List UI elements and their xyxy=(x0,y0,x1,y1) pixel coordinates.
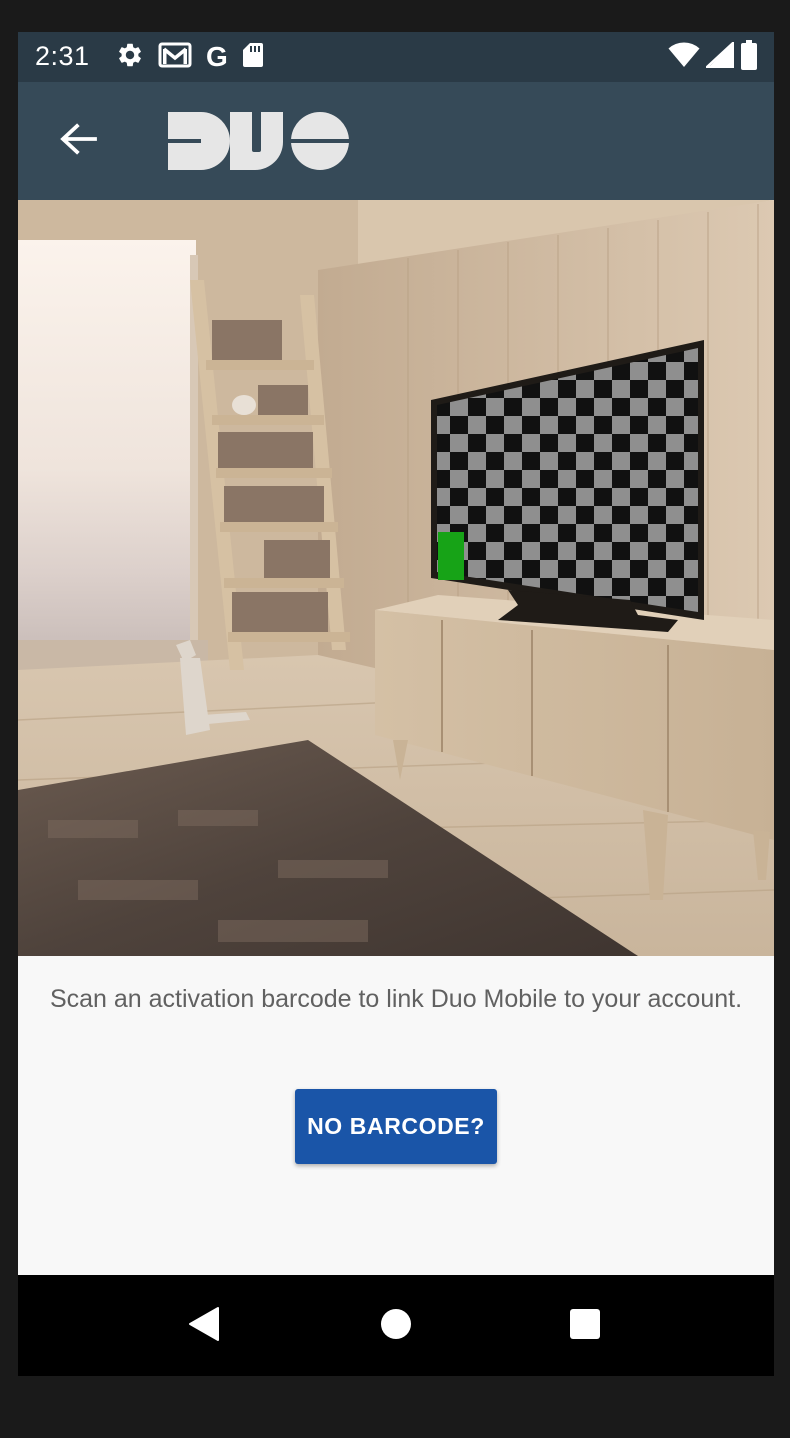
nav-home-button[interactable] xyxy=(373,1303,419,1349)
back-button[interactable] xyxy=(48,111,108,171)
navigation-bar xyxy=(18,1275,774,1376)
google-icon: G xyxy=(206,41,228,72)
status-time: 2:31 xyxy=(35,41,90,71)
room-illustration xyxy=(18,200,774,956)
gmail-icon xyxy=(158,41,192,74)
battery-icon xyxy=(740,39,758,75)
no-barcode-button[interactable]: NO BARCODE? xyxy=(295,1089,497,1164)
nav-recents-button[interactable] xyxy=(562,1303,608,1349)
content-panel: Scan an activation barcode to link Duo M… xyxy=(18,956,774,1275)
home-circle-icon xyxy=(380,1308,412,1345)
recents-square-icon xyxy=(569,1308,601,1345)
wifi-icon xyxy=(668,41,700,73)
cell-signal-icon xyxy=(703,39,735,73)
arrow-left-icon xyxy=(59,122,97,160)
status-icons-left: G xyxy=(116,42,264,72)
app-bar xyxy=(18,82,774,200)
status-icons-right xyxy=(668,39,758,75)
sd-card-icon xyxy=(242,41,264,74)
duo-logo xyxy=(168,112,350,175)
nav-back-button[interactable] xyxy=(181,1303,227,1349)
settings-icon xyxy=(116,41,144,74)
phone-screen: 2:31 G Scan an activation barcode to lin… xyxy=(18,32,774,1376)
status-bar: 2:31 G xyxy=(18,32,774,82)
back-triangle-icon xyxy=(187,1306,221,1347)
instruction-text: Scan an activation barcode to link Duo M… xyxy=(49,985,743,1013)
